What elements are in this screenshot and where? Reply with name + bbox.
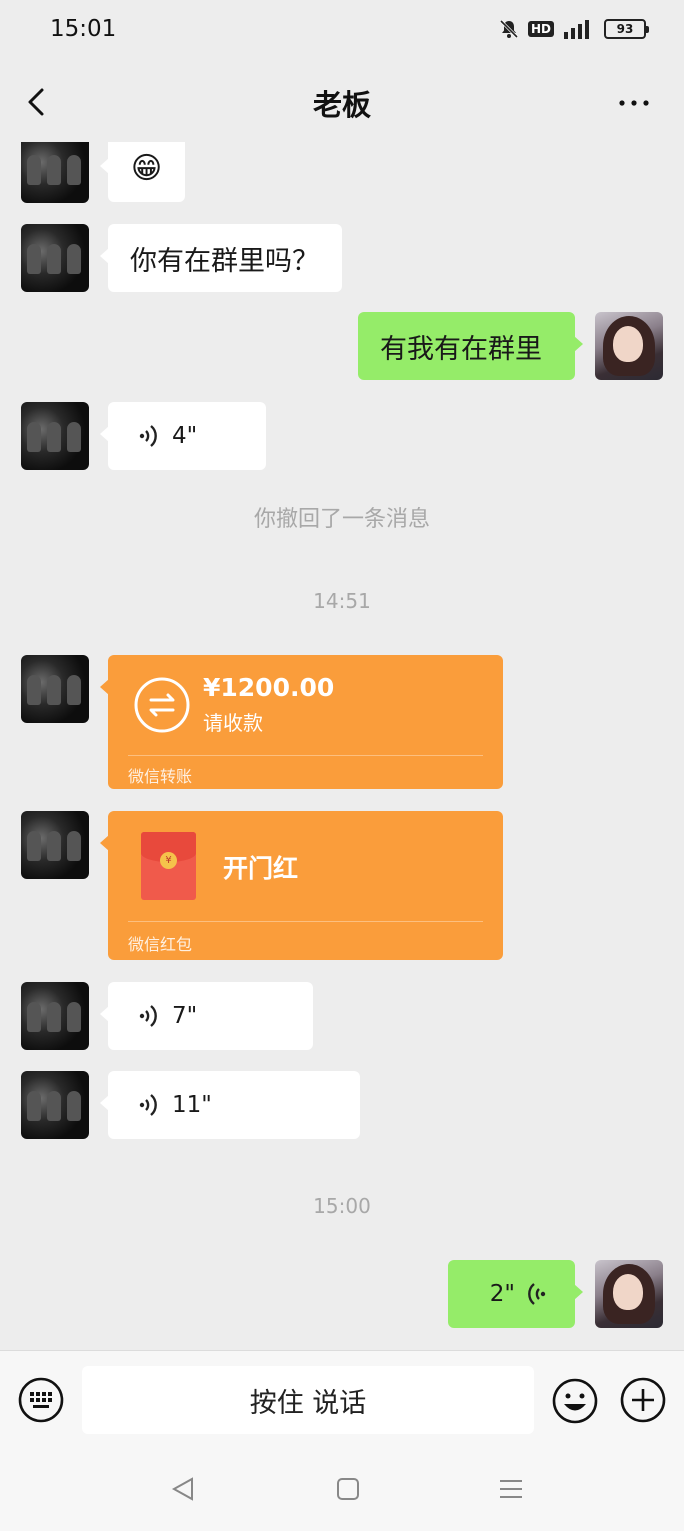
- red-packet-footer: 微信红包: [128, 935, 193, 954]
- voice-wave-icon: [528, 1283, 546, 1305]
- keyboard-icon[interactable]: [18, 1377, 64, 1423]
- voice-duration: 2": [489, 1281, 515, 1307]
- contact-avatar[interactable]: [21, 402, 89, 470]
- card-divider: [128, 755, 483, 756]
- contact-avatar[interactable]: [21, 655, 89, 723]
- battery-icon: 93: [604, 19, 649, 39]
- transfer-card[interactable]: ¥1200.00 请收款 微信转账: [100, 655, 503, 789]
- message-text: 你有在群里吗？: [130, 245, 319, 277]
- mute-bell-icon: [499, 19, 519, 39]
- voice-duration: 4": [172, 423, 198, 449]
- nav-home-icon[interactable]: [335, 1476, 361, 1502]
- status-icons: HD 93: [498, 18, 649, 40]
- contact-avatar[interactable]: [21, 811, 89, 879]
- voice-message-sent[interactable]: 2": [448, 1260, 583, 1328]
- voice-wave-icon: [139, 425, 157, 447]
- nav-menu-icon[interactable]: [498, 1476, 524, 1502]
- voice-duration: 11": [172, 1092, 212, 1118]
- chat-messages[interactable]: 😁 你有在群里吗？ 有我有在群里 4" 你撤回了一条消息 14:51 ¥1200…: [0, 142, 684, 1350]
- voice-duration: 7": [172, 1003, 198, 1029]
- chat-header: 老板: [0, 62, 684, 142]
- signal-icon: [564, 20, 589, 39]
- plus-icon[interactable]: [620, 1377, 666, 1423]
- grin-emoji: 😁: [130, 150, 163, 186]
- more-icon[interactable]: [614, 88, 654, 118]
- timestamp: 15:00: [313, 1194, 371, 1218]
- voice-message[interactable]: 4": [100, 402, 266, 470]
- voice-message[interactable]: 11": [100, 1071, 360, 1139]
- emoji-icon[interactable]: [551, 1377, 599, 1425]
- red-packet-card[interactable]: ¥ 开门红 微信红包: [100, 811, 503, 960]
- recall-notice: 你撤回了一条消息: [253, 507, 430, 532]
- battery-level: 93: [616, 22, 634, 36]
- transfer-subtitle: 请收款: [203, 711, 263, 735]
- red-packet-title: 开门红: [223, 854, 299, 883]
- message-text: 有我有在群里: [380, 333, 542, 365]
- contact-avatar[interactable]: [21, 1071, 89, 1139]
- system-navigation-bar: [0, 1448, 684, 1531]
- voice-wave-icon: [139, 1005, 157, 1027]
- status-time: 15:01: [50, 16, 117, 42]
- transfer-amount: ¥1200.00: [203, 673, 335, 702]
- card-divider: [128, 921, 483, 922]
- hd-badge: HD: [527, 21, 554, 37]
- timestamp: 14:51: [313, 589, 371, 613]
- nav-back-icon[interactable]: [170, 1476, 196, 1502]
- input-bar: 按住 说话: [0, 1350, 684, 1448]
- contact-avatar[interactable]: [21, 224, 89, 292]
- my-avatar[interactable]: [595, 312, 663, 380]
- red-packet-icon: ¥: [141, 832, 196, 900]
- voice-wave-icon: [139, 1094, 157, 1116]
- voice-message[interactable]: 7": [100, 982, 313, 1050]
- transfer-icon: [134, 677, 190, 733]
- contact-avatar[interactable]: [21, 982, 89, 1050]
- message-bubble-text[interactable]: 你有在群里吗？: [100, 224, 342, 292]
- message-bubble-emoji[interactable]: 😁: [100, 142, 185, 202]
- chat-title: 老板: [312, 88, 371, 122]
- contact-avatar[interactable]: [21, 142, 89, 203]
- my-avatar[interactable]: [595, 1260, 663, 1328]
- transfer-footer: 微信转账: [128, 767, 193, 786]
- message-bubble-text-sent[interactable]: 有我有在群里: [358, 312, 583, 380]
- hold-to-talk-button[interactable]: 按住 说话: [82, 1366, 534, 1434]
- status-bar: 15:01 HD 93: [0, 0, 684, 62]
